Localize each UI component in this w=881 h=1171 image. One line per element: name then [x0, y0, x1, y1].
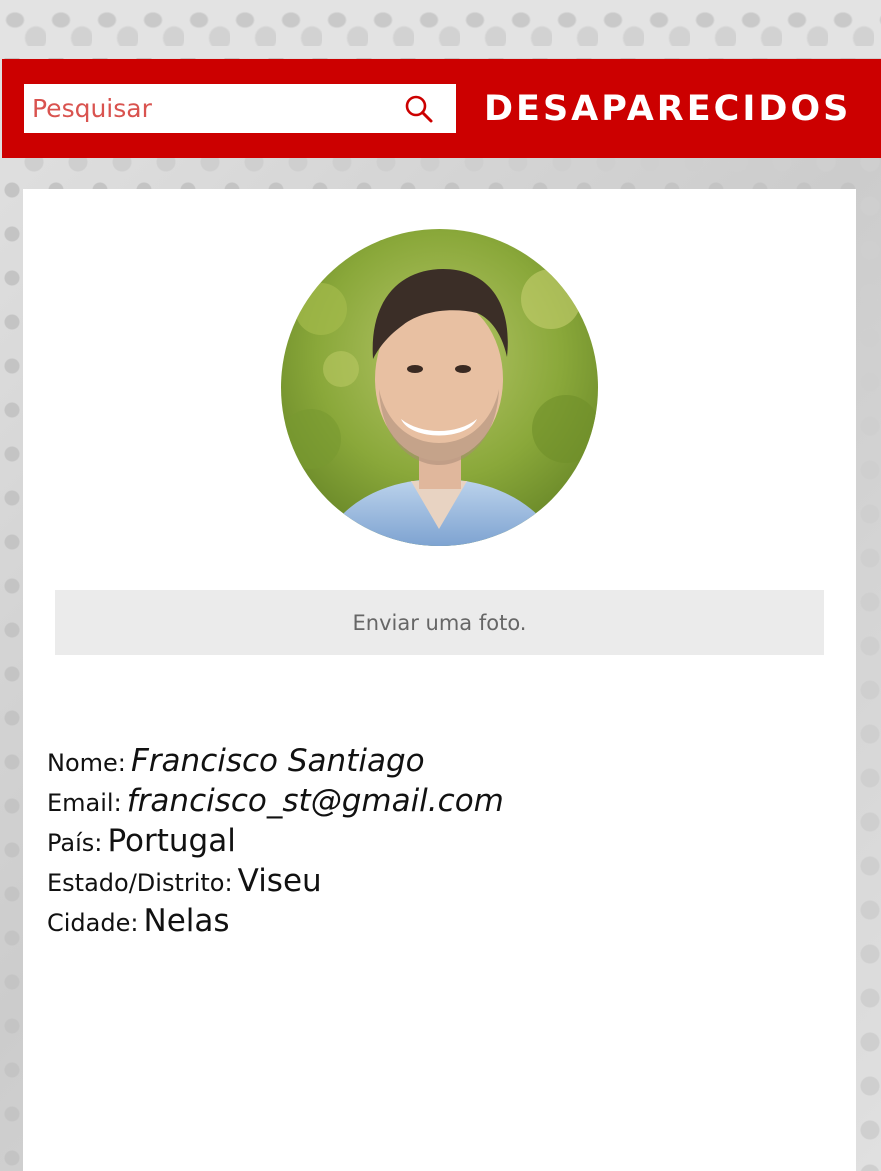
city-value: Nelas — [143, 903, 230, 939]
country-label: País: — [47, 829, 103, 857]
search-box — [24, 84, 456, 133]
state-row: Estado/Distrito: Viseu — [47, 861, 827, 901]
email-label: Email: — [47, 789, 122, 817]
name-row: Nome: Francisco Santiago — [47, 741, 827, 781]
country-row: País: Portugal — [47, 821, 827, 861]
city-row: Cidade: Nelas — [47, 901, 827, 941]
profile-card: Enviar uma foto. Nome: Francisco Santiag… — [23, 189, 856, 1171]
state-label: Estado/Distrito: — [47, 869, 233, 897]
site-title: DESAPARECIDOS — [484, 89, 852, 129]
profile-details: Nome: Francisco Santiago Email: francisc… — [47, 741, 827, 941]
city-label: Cidade: — [47, 909, 139, 937]
upload-photo-button[interactable]: Enviar uma foto. — [55, 590, 824, 655]
name-label: Nome: — [47, 749, 126, 777]
name-value: Francisco Santiago — [130, 743, 425, 779]
search-icon[interactable] — [404, 94, 434, 124]
country-value: Portugal — [107, 823, 236, 859]
search-input[interactable] — [24, 84, 394, 133]
state-value: Viseu — [237, 863, 322, 899]
email-value: francisco_st@gmail.com — [126, 783, 504, 819]
background-collage — [0, 0, 881, 58]
top-bar: DESAPARECIDOS — [2, 59, 881, 158]
email-row: Email: francisco_st@gmail.com — [47, 781, 827, 821]
profile-photo — [281, 229, 598, 546]
